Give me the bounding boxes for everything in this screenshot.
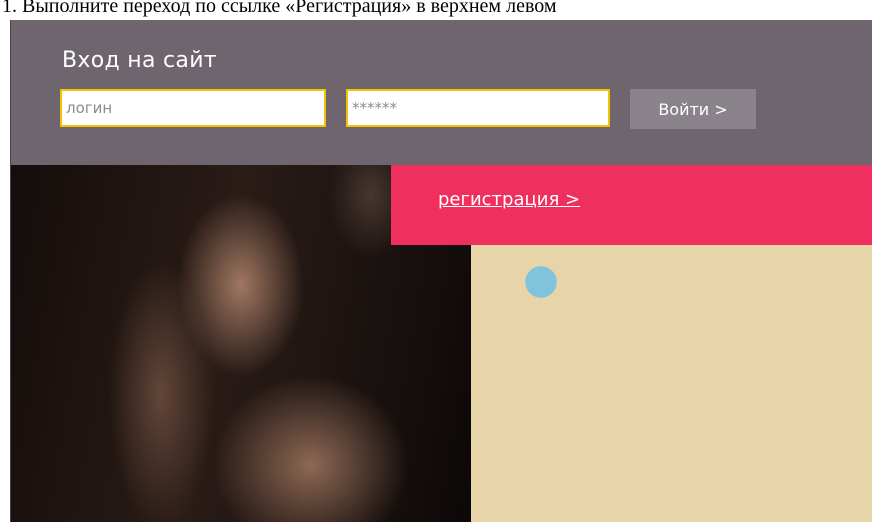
hero-photo-area: регистрация > [11, 165, 872, 522]
register-banner: регистрация > [391, 165, 872, 245]
login-panel: Вход на сайт Войти > [11, 20, 872, 165]
hero-photo-right [471, 242, 872, 522]
login-input[interactable] [60, 89, 326, 127]
login-submit-button[interactable]: Войти > [630, 89, 756, 129]
login-title: Вход на сайт [62, 48, 217, 73]
register-link[interactable]: регистрация > [438, 189, 580, 210]
password-input[interactable] [346, 89, 610, 127]
document-instruction-text: 1. Выполните переход по ссылке «Регистра… [2, 0, 557, 17]
website-screenshot: Вход на сайт Войти > регистрация > [10, 20, 872, 522]
